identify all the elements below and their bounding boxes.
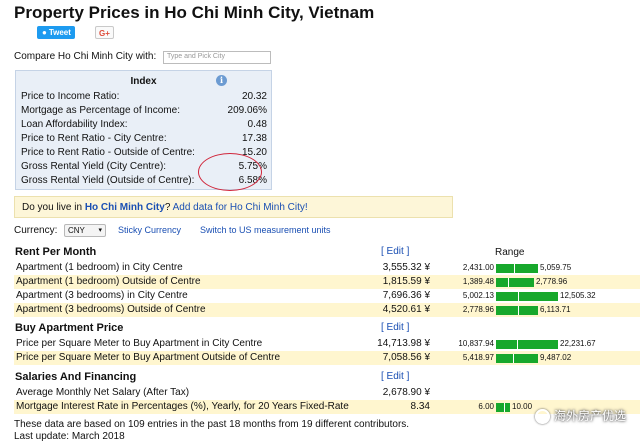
price-label: Price per Square Meter to Buy Apartment …: [16, 338, 263, 349]
price-row: Price per Square Meter to Buy Apartment …: [14, 351, 640, 365]
section-title-rent: Rent Per Month: [15, 246, 97, 258]
tweet-button[interactable]: ● Tweet: [37, 26, 75, 39]
range-min: 5,002.13: [462, 291, 494, 300]
range-max: 10.00: [512, 402, 533, 411]
range-max: 9,487.02: [540, 353, 572, 362]
edit-link-buy[interactable]: [ Edit ]: [381, 322, 409, 333]
range-max: 6,113.71: [540, 305, 571, 314]
google-plus-button[interactable]: G+: [95, 26, 114, 39]
price-value: 7,058.56 ¥: [382, 352, 430, 363]
highlight-circle: [198, 153, 262, 191]
range-bar: [496, 340, 558, 349]
add-data-link[interactable]: Add data for Ho Chi Minh City!: [173, 202, 308, 213]
currency-label: Currency:: [14, 225, 58, 236]
compare-city-input[interactable]: Type and Pick City: [163, 51, 271, 64]
range-bar: [496, 264, 538, 273]
index-value: 20.32: [241, 91, 267, 102]
range-bar: [496, 354, 538, 363]
wechat-logo-icon: [534, 409, 550, 425]
section-title-salaries: Salaries And Financing: [15, 371, 137, 383]
us-units-link[interactable]: Switch to US measurement units: [200, 225, 331, 235]
chevron-down-icon: ▾: [98, 227, 102, 234]
price-value: 3,555.32 ¥: [382, 262, 430, 273]
price-row: Apartment (3 bedrooms) Outside of Centre…: [14, 303, 640, 317]
price-value: 14,713.98 ¥: [377, 338, 430, 349]
range-min: 1,389.48: [462, 277, 494, 286]
index-label: Price to Rent Ratio - Outside of Centre:: [21, 147, 195, 158]
index-value: 0.48: [247, 119, 267, 130]
banner-suffix: ?: [164, 202, 173, 213]
price-row: Apartment (1 bedroom) in City Centre 3,5…: [14, 261, 640, 275]
index-label: Gross Rental Yield (City Centre):: [21, 161, 167, 172]
index-label: Price to Income Ratio:: [21, 91, 120, 102]
price-label: Apartment (3 bedrooms) in City Centre: [16, 290, 188, 301]
index-label: Price to Rent Ratio - City Centre:: [21, 133, 167, 144]
index-row: Price to Rent Ratio - City Centre: 17.38: [21, 133, 271, 145]
range-min: 5,418.97: [462, 353, 494, 362]
price-row: Apartment (1 bedroom) Outside of Centre …: [14, 275, 640, 289]
range-min: 2,778.96: [462, 305, 494, 314]
range-max: 5,059.75: [540, 263, 572, 272]
range-min: 10,837.94: [458, 339, 494, 348]
edit-link-salaries[interactable]: [ Edit ]: [381, 371, 409, 382]
banner-prefix: Do you live in: [22, 202, 85, 213]
range-bar: [496, 403, 510, 412]
range-min: 2,431.00: [462, 263, 494, 272]
range-marker: [517, 340, 518, 349]
range-marker: [518, 292, 519, 301]
watermark: 海外房产优选: [534, 407, 626, 425]
twitter-bird-icon: ●: [42, 28, 47, 37]
price-value: 8.34: [410, 401, 430, 412]
price-value: 2,678.90 ¥: [382, 387, 430, 398]
range-header: Range: [495, 247, 525, 258]
index-label: Mortgage as Percentage of Income:: [21, 105, 180, 116]
price-row: Price per Square Meter to Buy Apartment …: [14, 337, 640, 351]
range-max: 22,231.67: [560, 339, 596, 348]
range-marker: [513, 354, 514, 363]
range-marker: [504, 403, 505, 412]
price-value: 7,696.36 ¥: [382, 290, 430, 301]
index-header: Index: [130, 76, 157, 87]
price-label: Mortgage Interest Rate in Percentages (%…: [16, 401, 349, 412]
add-data-banner: Do you live in Ho Chi Minh City? Add dat…: [14, 196, 453, 218]
range-max: 12,505.32: [560, 291, 596, 300]
price-label: Price per Square Meter to Buy Apartment …: [16, 352, 281, 363]
range-marker: [518, 306, 519, 315]
index-value: 17.38: [241, 133, 267, 144]
currency-selected: CNY: [68, 226, 85, 235]
banner-city[interactable]: Ho Chi Minh City: [85, 202, 165, 213]
tweet-label: Tweet: [48, 28, 71, 37]
price-label: Average Monthly Net Salary (After Tax): [16, 387, 190, 398]
index-row: Price to Income Ratio: 20.32: [21, 91, 271, 103]
range-max: 2,778.96: [536, 277, 568, 286]
index-value: 209.06%: [227, 105, 267, 116]
watermark-text: 海外房产优选: [553, 409, 626, 423]
range-marker: [514, 264, 515, 273]
index-label: Loan Affordability Index:: [21, 119, 128, 130]
index-row: Loan Affordability Index: 0.48: [21, 119, 271, 131]
footer-update: Last update: March 2018: [14, 431, 125, 442]
range-min: 6.00: [478, 402, 494, 411]
price-label: Apartment (3 bedrooms) Outside of Centre: [16, 304, 206, 315]
price-value: 4,520.61 ¥: [382, 304, 430, 315]
range-bar: [496, 306, 538, 315]
section-title-buy: Buy Apartment Price: [15, 322, 124, 334]
price-label: Apartment (1 bedroom) Outside of Centre: [16, 276, 201, 287]
edit-link-rent[interactable]: [ Edit ]: [381, 246, 409, 257]
index-label: Gross Rental Yield (Outside of Centre):: [21, 175, 195, 186]
index-row: Mortgage as Percentage of Income: 209.06…: [21, 105, 271, 117]
currency-select[interactable]: CNY ▾: [64, 224, 106, 237]
price-row: Apartment (3 bedrooms) in City Centre 7,…: [14, 289, 640, 303]
info-icon[interactable]: i: [216, 75, 227, 86]
price-row: Average Monthly Net Salary (After Tax) 2…: [14, 386, 640, 400]
price-value: 1,815.59 ¥: [382, 276, 430, 287]
compare-label: Compare Ho Chi Minh City with:: [14, 51, 157, 62]
sticky-currency-link[interactable]: Sticky Currency: [118, 225, 181, 235]
range-bar: [496, 292, 558, 301]
range-bar: [496, 278, 534, 287]
price-label: Apartment (1 bedroom) in City Centre: [16, 262, 183, 273]
footer-note: These data are based on 109 entries in t…: [14, 419, 410, 430]
range-marker: [508, 278, 509, 287]
page-title: Property Prices in Ho Chi Minh City, Vie…: [14, 3, 375, 22]
